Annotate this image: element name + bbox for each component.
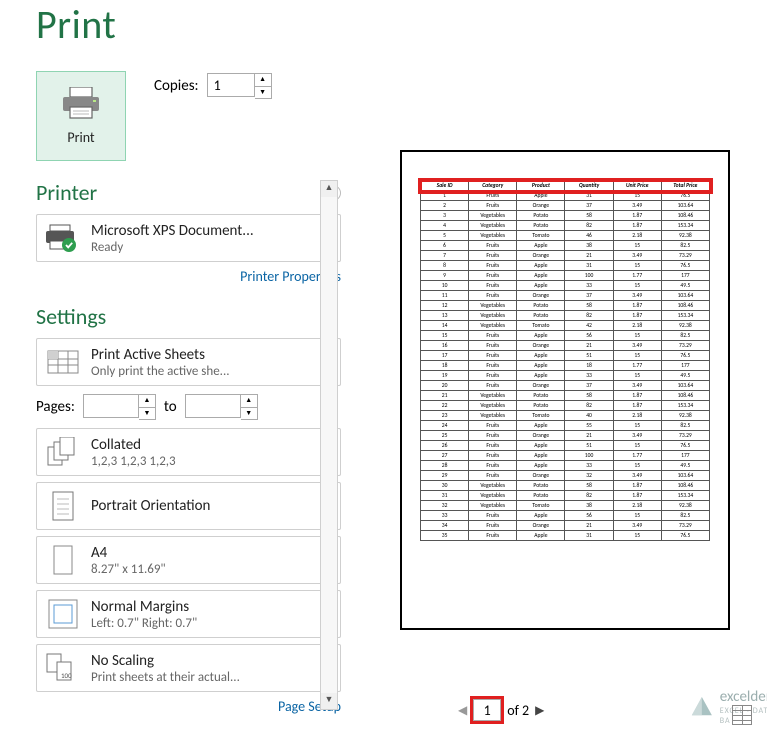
settings-scrollbar[interactable]: ▲ ▼	[320, 180, 338, 710]
sheets-icon	[46, 347, 80, 377]
settings-heading: Settings	[36, 303, 341, 330]
page-title: Print	[36, 0, 341, 49]
svg-text:100: 100	[61, 671, 72, 680]
exceldemy-watermark: exceldemy EXCEL · DATA · BA	[690, 688, 767, 726]
print-button-label: Print	[67, 129, 94, 146]
pages-to-input[interactable]	[185, 394, 241, 418]
exceldemy-logo-icon	[690, 694, 714, 720]
prev-page-icon[interactable]: ◀	[458, 703, 467, 718]
current-page-input[interactable]	[473, 699, 501, 721]
scroll-down-icon[interactable]: ▼	[321, 693, 337, 709]
page-icon	[51, 545, 75, 575]
printer-selector[interactable]: Microsoft XPS Document... Ready ▼	[36, 214, 341, 262]
margins-icon	[48, 599, 78, 629]
printer-icon	[61, 87, 101, 119]
page-setup-link[interactable]: Page Setup	[36, 698, 341, 715]
print-button[interactable]: Print	[36, 71, 126, 161]
page-navigator: ◀ of 2 ▶	[458, 699, 544, 721]
scaling-selector[interactable]: 100 No Scaling Print sheets at their act…	[36, 644, 341, 692]
copies-input[interactable]	[207, 73, 255, 97]
paper-size-selector[interactable]: A4 8.27" x 11.69" ▼	[36, 536, 341, 584]
show-margins-icon[interactable]	[732, 705, 752, 725]
copies-label: Copies:	[154, 77, 199, 95]
print-preview: Sale IDCategoryProductQuantityUnit Price…	[400, 150, 730, 630]
copies-down[interactable]: ▼	[255, 86, 271, 98]
next-page-icon[interactable]: ▶	[535, 703, 544, 718]
orientation-selector[interactable]: Portrait Orientation ▼	[36, 482, 341, 530]
portrait-icon	[51, 491, 75, 521]
scroll-up-icon[interactable]: ▲	[321, 181, 337, 197]
preview-table: Sale IDCategoryProductQuantityUnit Price…	[420, 180, 710, 541]
copies-up[interactable]: ▲	[255, 74, 271, 86]
printer-status: Ready	[91, 240, 311, 255]
page-total-label: of 2	[507, 702, 529, 719]
collation-selector[interactable]: Collated 1,2,3 1,2,3 1,2,3 ▼	[36, 428, 341, 476]
print-what-selector[interactable]: Print Active Sheets Only print the activ…	[36, 338, 341, 386]
pages-label: Pages:	[36, 398, 75, 416]
printer-device-icon	[46, 223, 80, 253]
margins-selector[interactable]: Normal Margins Left: 0.7" Right: 0.7" ▼	[36, 590, 341, 638]
printer-properties-link[interactable]: Printer Properties	[36, 268, 341, 285]
pages-from-input[interactable]	[83, 394, 139, 418]
collated-icon	[46, 437, 80, 467]
printer-name: Microsoft XPS Document...	[91, 222, 311, 240]
scaling-icon: 100	[46, 653, 80, 683]
printer-heading: Printer	[36, 179, 341, 206]
